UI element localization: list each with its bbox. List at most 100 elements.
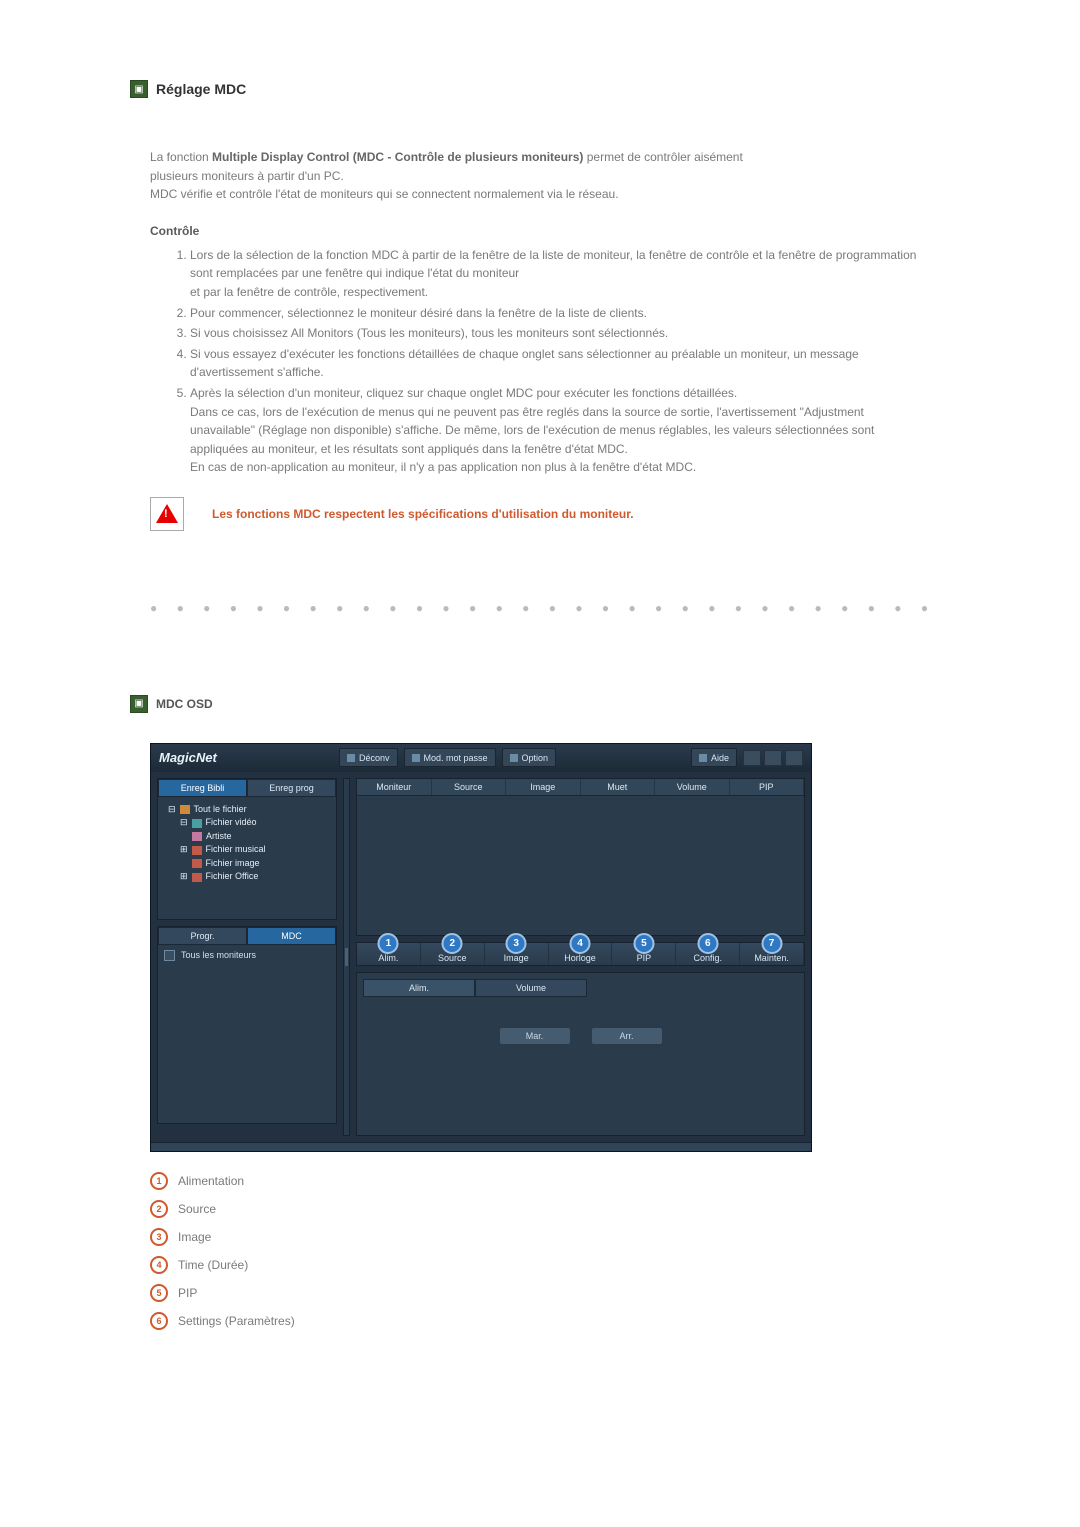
col-image[interactable]: Image — [506, 779, 581, 795]
checkbox[interactable] — [164, 950, 175, 961]
window-controls — [743, 750, 803, 766]
legend-badge: 5 — [150, 1284, 168, 1302]
mod-passe-button[interactable]: Mod. mot passe — [404, 748, 496, 767]
legend-badge: 2 — [150, 1200, 168, 1218]
badge-4: 4 — [570, 933, 591, 954]
aide-button[interactable]: Aide — [691, 748, 737, 767]
legend: 1 Alimentation 2 Source 3 Image 4 Time (… — [150, 1172, 930, 1330]
col-muet[interactable]: Muet — [581, 779, 656, 795]
btn-mar[interactable]: Mar. — [499, 1027, 571, 1045]
close-button[interactable] — [785, 750, 803, 766]
tree-musical[interactable]: ⊞Fichier musical — [168, 843, 330, 857]
legend-label: Image — [178, 1230, 211, 1244]
badge-3: 3 — [506, 933, 527, 954]
legend-badge: 6 — [150, 1312, 168, 1330]
intro-prefix: La fonction — [150, 150, 212, 164]
titlebar: MagicNet Déconv Mod. mot passe Option Ai… — [151, 744, 811, 772]
legend-label: PIP — [178, 1286, 197, 1300]
statusbar — [151, 1142, 811, 1151]
tree-image[interactable]: ⊞Fichier image — [168, 857, 330, 871]
warning-icon: ! — [150, 497, 184, 531]
tab-enreg-prog[interactable]: Enreg prog — [247, 779, 336, 797]
tab-progr[interactable]: Progr. — [158, 927, 247, 945]
badge-7: 7 — [761, 933, 782, 954]
legend-label: Settings (Paramètres) — [178, 1314, 295, 1328]
minimize-button[interactable] — [743, 750, 761, 766]
intro-paragraph: La fonction Multiple Display Control (MD… — [150, 148, 930, 204]
step-4: Si vous essayez d'exécuter les fonctions… — [190, 345, 930, 382]
tree-root[interactable]: ⊟Tout le fichier — [168, 803, 330, 817]
btn-arr[interactable]: Arr. — [591, 1027, 663, 1045]
image-icon — [192, 859, 202, 868]
mdc-tabrow: 1Alim. 2Source 3Image 4Horloge 5PIP 6Con… — [356, 942, 805, 966]
app-logo: MagicNet — [159, 750, 339, 765]
file-tree: ⊟Tout le fichier ⊟Fichier vidéo Artiste … — [158, 797, 336, 919]
legend-badge: 1 — [150, 1172, 168, 1190]
step-3: Si vous choisissez All Monitors (Tous le… — [190, 324, 930, 343]
warning-text: Les fonctions MDC respectent les spécifi… — [212, 507, 634, 521]
legend-row: 1 Alimentation — [150, 1172, 930, 1190]
col-source[interactable]: Source — [432, 779, 507, 795]
legend-label: Alimentation — [178, 1174, 244, 1188]
magicnet-window: MagicNet Déconv Mod. mot passe Option Ai… — [150, 743, 812, 1152]
tree-artiste[interactable]: Artiste — [168, 830, 330, 844]
section-title: Réglage MDC — [156, 81, 246, 97]
controle-steps: Lors de la sélection de la fonction MDC … — [170, 246, 930, 477]
tab-source[interactable]: 2Source — [421, 943, 485, 965]
folder-icon — [180, 805, 190, 814]
tab-enreg-bibli[interactable]: Enreg Bibli — [158, 779, 247, 797]
tab-horloge[interactable]: 4Horloge — [549, 943, 613, 965]
legend-label: Time (Durée) — [178, 1258, 248, 1272]
legend-row: 6 Settings (Paramètres) — [150, 1312, 930, 1330]
badge-2: 2 — [442, 933, 463, 954]
maximize-button[interactable] — [764, 750, 782, 766]
intro-suffix: permet de contrôler aisément — [583, 150, 742, 164]
tab-alim[interactable]: 1Alim. — [357, 943, 421, 965]
tab-image[interactable]: 3Image — [485, 943, 549, 965]
tab-mdc[interactable]: MDC — [247, 927, 336, 945]
step-2: Pour commencer, sélectionnez le moniteur… — [190, 304, 930, 323]
list-item[interactable]: Tous les moniteurs — [164, 949, 330, 962]
legend-label: Source — [178, 1202, 216, 1216]
vertical-splitter[interactable] — [343, 778, 350, 1136]
monitor-list-panel: Progr. MDC Tous les moniteurs — [157, 926, 337, 1124]
badge-6: 6 — [697, 933, 718, 954]
controle-heading: Contrôle — [150, 224, 930, 238]
control-panel: Alim. Volume Mar. Arr. — [356, 972, 805, 1136]
legend-badge: 3 — [150, 1228, 168, 1246]
deconv-button[interactable]: Déconv — [339, 748, 398, 767]
legend-row: 5 PIP — [150, 1284, 930, 1302]
legend-row: 2 Source — [150, 1200, 930, 1218]
artist-icon — [192, 832, 202, 841]
col-pip[interactable]: PIP — [730, 779, 805, 795]
ctrl-tab-alim[interactable]: Alim. — [363, 979, 475, 997]
legend-row: 4 Time (Durée) — [150, 1256, 930, 1274]
intro-bold: Multiple Display Control (MDC - Contrôle… — [212, 150, 583, 164]
library-panel: Enreg Bibli Enreg prog ⊟Tout le fichier … — [157, 778, 337, 920]
monitor-list: Tous les moniteurs — [158, 945, 336, 1123]
dotted-divider: ● ● ● ● ● ● ● ● ● ● ● ● ● ● ● ● ● ● ● ● … — [150, 601, 930, 615]
option-button[interactable]: Option — [502, 748, 557, 767]
tab-mainten[interactable]: 7Mainten. — [740, 943, 804, 965]
osd-title: MDC OSD — [156, 697, 213, 711]
warning-row: ! Les fonctions MDC respectent les spéci… — [150, 497, 930, 531]
tab-config[interactable]: 6Config. — [676, 943, 740, 965]
video-icon — [192, 819, 202, 828]
square-icon — [347, 754, 355, 762]
col-moniteur[interactable]: Moniteur — [357, 779, 432, 795]
badge-5: 5 — [633, 933, 654, 954]
tab-pip[interactable]: 5PIP — [612, 943, 676, 965]
badge-1: 1 — [378, 933, 399, 954]
intro-line3: MDC vérifie et contrôle l'état de monite… — [150, 187, 619, 201]
music-icon — [192, 846, 202, 855]
tree-video[interactable]: ⊟Fichier vidéo — [168, 816, 330, 830]
ctrl-tab-volume[interactable]: Volume — [475, 979, 587, 997]
square-icon — [510, 754, 518, 762]
square-icon — [699, 754, 707, 762]
col-volume[interactable]: Volume — [655, 779, 730, 795]
office-icon — [192, 873, 202, 882]
tree-office[interactable]: ⊞Fichier Office — [168, 870, 330, 884]
step-5: Après la sélection d'un moniteur, clique… — [190, 384, 930, 477]
grid-header: Moniteur Source Image Muet Volume PIP — [357, 779, 804, 796]
legend-badge: 4 — [150, 1256, 168, 1274]
